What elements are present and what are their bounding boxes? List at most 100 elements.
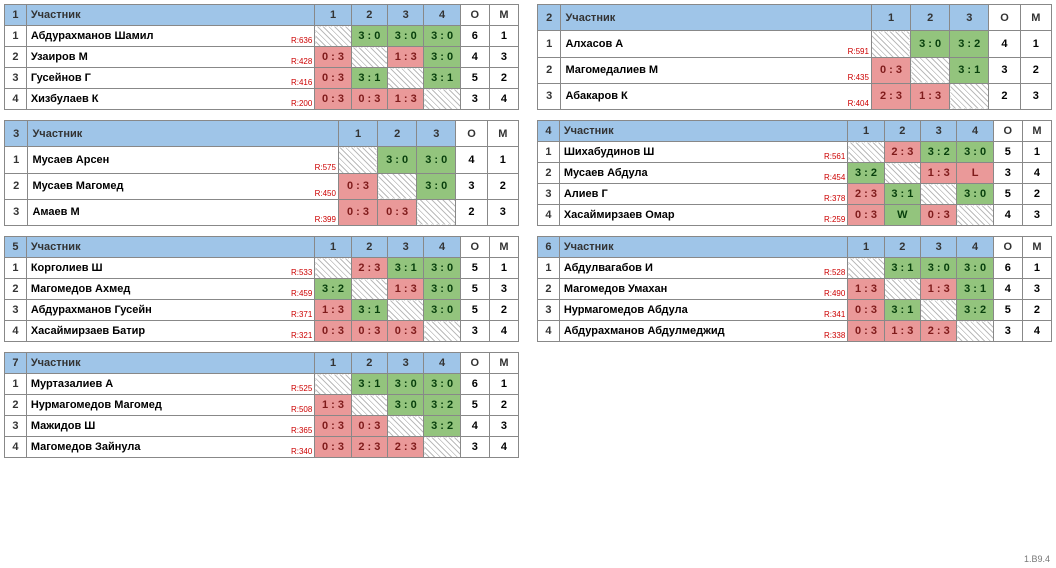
col-header-2: 2	[884, 121, 920, 142]
score-cell	[911, 57, 950, 83]
total-M: 3	[489, 416, 518, 437]
score-cell	[351, 279, 387, 300]
total-M: 1	[489, 374, 518, 395]
score-cell: 3 : 2	[424, 395, 460, 416]
score-cell: 1 : 3	[911, 83, 950, 109]
player-rating: R:459	[291, 289, 312, 298]
total-M: 4	[489, 89, 518, 110]
row-number: 4	[5, 437, 27, 458]
col-header-2: 2	[884, 237, 920, 258]
score-cell: 3 : 0	[424, 47, 460, 68]
score-cell: 1 : 3	[388, 89, 424, 110]
player-rating: R:450	[315, 189, 336, 198]
player-row: 4Хасаймирзаев ОмарR:2590 : 3W0 : 343	[538, 205, 1052, 226]
group-table-1: 1Участник1234ОМ1Абдурахманов ШамилR:6363…	[4, 4, 519, 110]
group-table-4: 4Участник1234ОМ1Шихабудинов ШR:5612 : 33…	[537, 120, 1052, 226]
row-number: 4	[538, 321, 560, 342]
score-cell: 3 : 2	[921, 142, 957, 163]
score-cell: 2 : 3	[871, 83, 910, 109]
score-cell	[848, 142, 884, 163]
score-cell: 2 : 3	[388, 437, 424, 458]
total-O-header: О	[989, 5, 1020, 31]
score-cell	[424, 321, 460, 342]
group-table-7: 7Участник1234ОМ1Муртазалиев АR:5253 : 13…	[4, 352, 519, 458]
col-header-1: 1	[315, 353, 351, 374]
col-header-3: 3	[388, 353, 424, 374]
score-cell: 0 : 3	[921, 205, 957, 226]
player-rating: R:428	[291, 57, 312, 66]
player-row: 1Мусаев АрсенR:5753 : 03 : 041	[5, 147, 519, 173]
total-M-header: М	[489, 5, 518, 26]
player-name-cell: Мусаев АрсенR:575	[28, 147, 338, 173]
player-row: 2Магомедов УмаханR:4901 : 31 : 33 : 143	[538, 279, 1052, 300]
score-cell: 3 : 2	[957, 300, 993, 321]
row-number: 2	[5, 47, 27, 68]
total-M: 2	[1022, 184, 1051, 205]
player-name-cell: Корголиев ШR:533	[26, 258, 315, 279]
row-number: 3	[5, 300, 27, 321]
score-cell: 0 : 3	[351, 416, 387, 437]
group-number-header: 6	[538, 237, 560, 258]
col-header-2: 2	[351, 5, 387, 26]
score-cell: 3 : 0	[378, 147, 417, 173]
total-O: 2	[989, 83, 1020, 109]
row-number: 2	[538, 163, 560, 184]
score-cell	[424, 89, 460, 110]
total-O: 3	[993, 321, 1022, 342]
player-rating: R:575	[315, 163, 336, 172]
total-O: 3	[460, 89, 489, 110]
group-table-2: 2Участник123ОМ1Алхасов АR:5913 : 03 : 24…	[537, 4, 1052, 110]
group-table-5: 5Участник1234ОМ1Корголиев ШR:5332 : 33 :…	[4, 236, 519, 342]
score-cell	[378, 173, 417, 199]
score-cell: 0 : 3	[351, 89, 387, 110]
row-number: 3	[5, 68, 27, 89]
score-cell: 1 : 3	[921, 163, 957, 184]
player-name-cell: Шихабудинов ШR:561	[559, 142, 848, 163]
score-cell: 1 : 3	[315, 395, 351, 416]
total-O: 5	[993, 184, 1022, 205]
row-number: 2	[538, 279, 560, 300]
player-row: 1Шихабудинов ШR:5612 : 33 : 23 : 051	[538, 142, 1052, 163]
score-cell: 0 : 3	[848, 321, 884, 342]
col-header-4: 4	[424, 5, 460, 26]
score-cell: 1 : 3	[884, 321, 920, 342]
score-cell	[351, 395, 387, 416]
score-cell: 3 : 1	[957, 279, 993, 300]
player-row: 3Абдурахманов ГусейнR:3711 : 33 : 13 : 0…	[5, 300, 519, 321]
total-M: 3	[489, 47, 518, 68]
player-name-cell: Алхасов АR:591	[561, 31, 871, 57]
score-cell: 3 : 0	[388, 374, 424, 395]
total-O: 2	[456, 199, 487, 225]
score-cell: 0 : 3	[871, 57, 910, 83]
score-cell	[848, 258, 884, 279]
score-cell	[351, 47, 387, 68]
score-cell	[884, 279, 920, 300]
col-header-1: 1	[315, 237, 351, 258]
score-cell: 1 : 3	[848, 279, 884, 300]
score-cell: 3 : 0	[424, 300, 460, 321]
score-cell: 1 : 3	[388, 279, 424, 300]
total-O-header: О	[993, 237, 1022, 258]
total-M: 1	[1022, 142, 1051, 163]
player-rating: R:321	[291, 331, 312, 340]
total-M: 2	[489, 300, 518, 321]
row-number: 2	[538, 57, 561, 83]
player-name-cell: Магомедов АхмедR:459	[26, 279, 315, 300]
col-header-2: 2	[911, 5, 950, 31]
score-cell: 3 : 0	[957, 258, 993, 279]
player-name-cell: Хизбулаев КR:200	[26, 89, 315, 110]
total-M: 4	[489, 437, 518, 458]
score-cell: 2 : 3	[848, 184, 884, 205]
score-cell: 0 : 3	[315, 68, 351, 89]
score-cell: 3 : 1	[950, 57, 989, 83]
player-rating: R:371	[291, 310, 312, 319]
player-name-cell: Абдулвагабов ИR:528	[559, 258, 848, 279]
total-O: 5	[460, 68, 489, 89]
player-name-cell: Абакаров КR:404	[561, 83, 871, 109]
score-cell: 3 : 0	[957, 184, 993, 205]
total-M: 1	[487, 147, 518, 173]
total-O: 6	[460, 374, 489, 395]
group-number-header: 2	[538, 5, 561, 31]
group-number-header: 4	[538, 121, 560, 142]
group-number-header: 3	[5, 121, 28, 147]
